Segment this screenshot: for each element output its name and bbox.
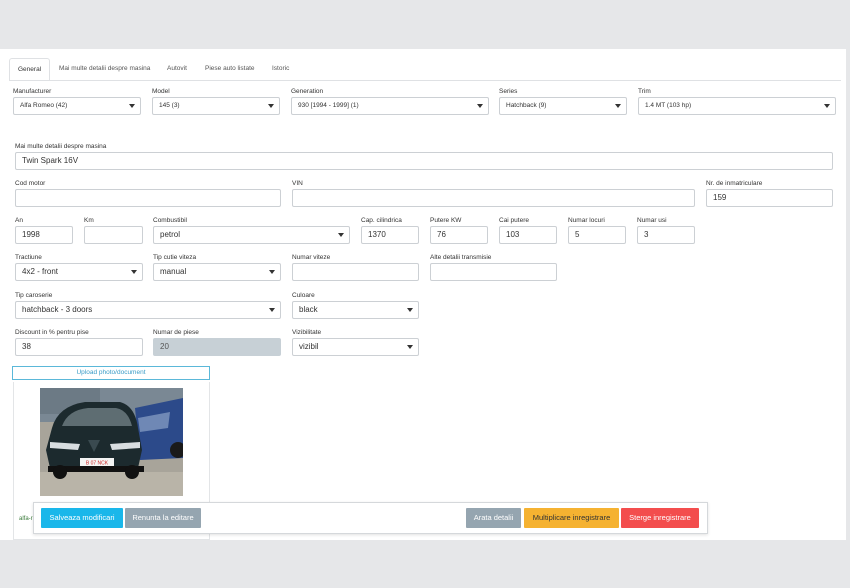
tip-cutie-select[interactable]: manual [153,263,281,281]
save-button[interactable]: Salveaza modificari [41,508,123,528]
tip-caroserie-select[interactable]: hatchback - 3 doors [15,301,281,319]
vin-input[interactable] [292,189,695,207]
show-details-button[interactable]: Arata detalii [466,508,521,528]
nr-inmatriculare-input[interactable]: 159 [706,189,833,207]
details-input[interactable]: Twin Spark 16V [15,152,833,170]
car-photo-image: B 07 NCK [40,388,183,496]
generation-select[interactable]: 930 [1994 - 1999] (1) [291,97,489,115]
putere-kw-input[interactable]: 76 [430,226,488,244]
tractiune-label: Tractiune [15,254,42,261]
generation-label: Generation [291,88,324,95]
numar-usi-label: Numar usi [637,217,667,224]
an-label: An [15,217,23,224]
cai-putere-label: Cai putere [499,217,529,224]
numar-usi-input[interactable]: 3 [637,226,695,244]
numar-piese-input: 20 [153,338,281,356]
series-select[interactable]: Hatchback (9) [499,97,627,115]
license-plate: B 07 NCK [86,461,109,467]
alte-detalii-label: Alte detalii transmisie [430,254,492,261]
cap-cilindrica-label: Cap. cilindrica [361,217,402,224]
tab-more-details[interactable]: Mai multe detalii despre masina [51,58,158,79]
cod-motor-label: Cod motor [15,180,46,187]
discount-label: Discount in % pentru pise [15,329,89,336]
combustibil-select[interactable]: petrol [153,226,350,244]
tab-general[interactable]: General [9,58,51,81]
car-photo[interactable]: B 07 NCK [40,388,183,496]
tab-autovit[interactable]: Autovit [159,58,195,79]
tractiune-select[interactable]: 4x2 - front [15,263,143,281]
discount-input[interactable]: 38 [15,338,143,356]
numar-piese-label: Numar de piese [153,329,199,336]
vizibilitate-select[interactable]: vizibil [292,338,419,356]
nr-inmatriculare-label: Nr. de inmatriculare [706,180,763,187]
tab-listed-parts[interactable]: Piese auto listate [197,58,263,79]
combustibil-label: Combustibil [153,217,187,224]
trim-select[interactable]: 1.4 MT (103 hp) [638,97,836,115]
manufacturer-select[interactable]: Alfa Romeo (42) [13,97,141,115]
alte-detalii-input[interactable] [430,263,557,281]
an-input[interactable]: 1998 [15,226,73,244]
culoare-select[interactable]: black [292,301,419,319]
delete-record-button[interactable]: Sterge inregistrare [621,508,699,528]
tip-caroserie-label: Tip caroserie [15,292,53,299]
multiply-record-button[interactable]: Multiplicare inregistrare [524,508,619,528]
tip-cutie-label: Tip cutie viteza [153,254,197,261]
putere-kw-label: Putere KW [430,217,462,224]
culoare-label: Culoare [292,292,315,299]
tab-history[interactable]: Istoric [264,58,297,79]
km-input[interactable] [84,226,143,244]
photo-filename: alfa-r [19,516,33,522]
details-label: Mai multe detalii despre masina [15,143,107,150]
km-label: Km [84,217,94,224]
series-label: Series [499,88,518,95]
tab-divider [9,80,841,81]
cod-motor-input[interactable] [15,189,281,207]
model-select[interactable]: 145 (3) [152,97,280,115]
manufacturer-label: Manufacturer [13,88,52,95]
vin-label: VIN [292,180,303,187]
cancel-edit-button[interactable]: Renunta la editare [125,508,201,528]
numar-locuri-input[interactable]: 5 [568,226,626,244]
vizibilitate-label: Vizibilitate [292,329,322,336]
numar-viteze-input[interactable] [292,263,419,281]
numar-locuri-label: Numar locuri [568,217,605,224]
numar-viteze-label: Numar viteze [292,254,331,261]
upload-button[interactable]: Upload photo/document [12,366,210,380]
trim-label: Trim [638,88,651,95]
cai-putere-input[interactable]: 103 [499,226,557,244]
cap-cilindrica-input[interactable]: 1370 [361,226,419,244]
model-label: Model [152,88,170,95]
